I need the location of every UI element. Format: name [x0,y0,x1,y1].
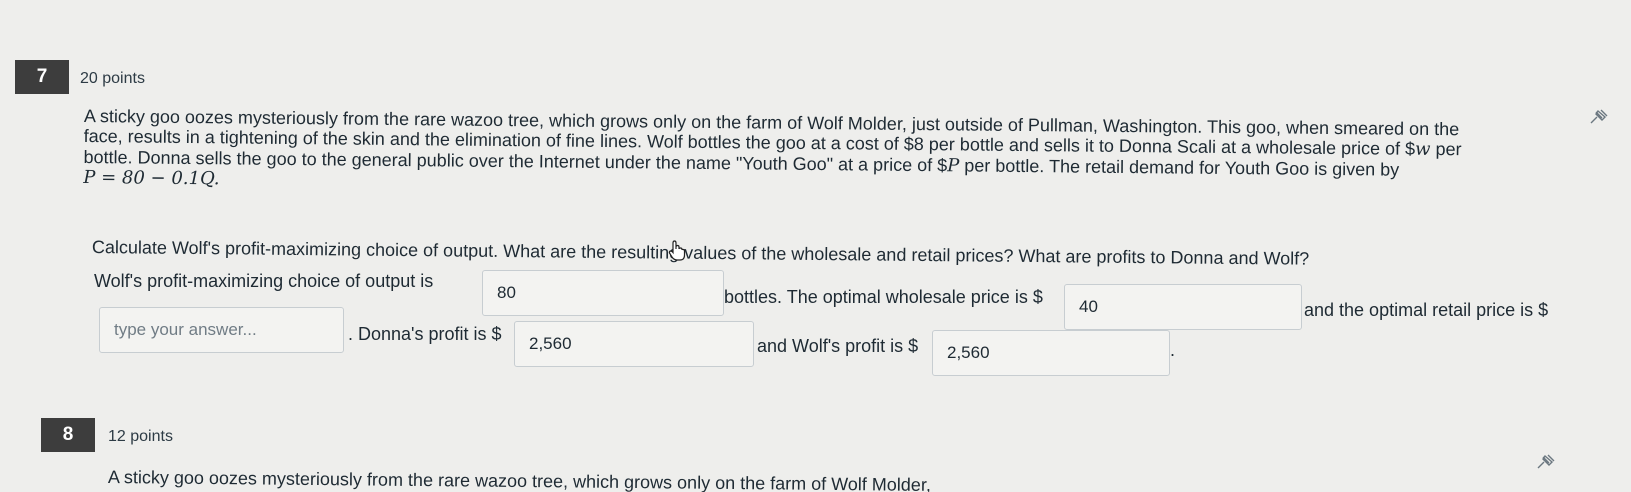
label-retail: and the optimal retail price is $ [1304,300,1549,320]
label-wholesale: bottles. The optimal wholesale price is … [724,287,1043,307]
pin-icon[interactable] [1535,453,1557,471]
question-ask: Calculate Wolf's profit-maximizing choic… [91,237,1310,269]
question-number-7: 7 [15,60,69,94]
question-number-8: 8 [41,418,95,452]
output-answer-field[interactable]: 80 [482,270,724,316]
intro-line-2-end: per [1430,138,1462,160]
quiz-page: 7 20 points A sticky goo oozes mysteriou… [0,0,1631,492]
question-points-7: 20 points [80,70,145,87]
price-variable: P [947,155,960,177]
question-text-7: A sticky goo oozes mysteriously from the… [83,106,1584,202]
end-period: . [1170,340,1176,360]
retail-answer-field[interactable]: type your answer... [99,307,344,353]
donna-profit-answer-field[interactable]: 2,560 [514,321,754,367]
intro-line-3-end: per bottle. The retail demand for Youth … [959,155,1400,180]
wholesale-variable: w [1415,138,1431,160]
hand-cursor-icon [668,240,686,262]
question-points-8: 12 points [108,428,173,445]
question-text-8: A sticky goo oozes mysteriously from the… [107,467,931,492]
wholesale-answer-field[interactable]: 40 [1064,284,1302,330]
pin-icon[interactable] [1588,108,1610,126]
label-donna-profit: . Donna's profit is $ [348,324,502,344]
label-output: Wolf's profit-maximizing choice of outpu… [94,271,434,291]
label-wolf-profit: and Wolf's profit is $ [757,336,919,356]
wolf-profit-answer-field[interactable]: 2,560 [932,330,1170,376]
